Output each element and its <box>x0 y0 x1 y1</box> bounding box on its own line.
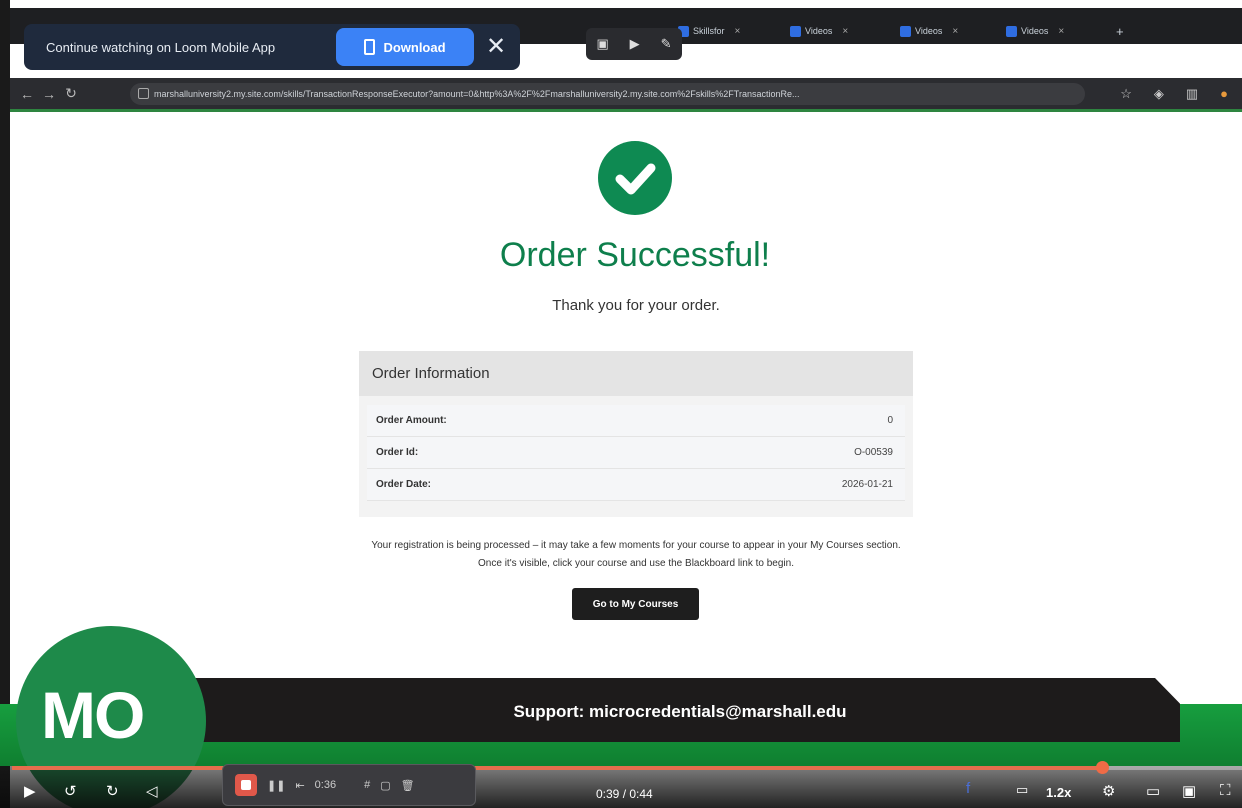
stop-recording-icon[interactable] <box>235 774 257 796</box>
browser-tab[interactable]: Videos × <box>790 20 848 42</box>
restart-icon[interactable]: ⇤ <box>295 779 304 792</box>
draw-icon[interactable]: ▢ <box>380 779 390 792</box>
browser-toolbar-icons: ☆ ◈ ▥ ● <box>1120 86 1228 102</box>
close-tab-icon[interactable]: × <box>735 26 741 37</box>
back-icon[interactable]: ← <box>16 86 38 102</box>
screen-icon[interactable]: ▣ <box>596 36 608 52</box>
progress-bar[interactable] <box>12 761 1242 774</box>
support-email[interactable]: Support: microcredentials@marshall.edu <box>180 702 1180 722</box>
trash-icon[interactable]: 🗑 <box>401 779 415 792</box>
success-check-icon <box>598 141 672 215</box>
playback-speed[interactable]: 1.2x <box>1046 785 1071 800</box>
extensions-icon[interactable]: ◈ <box>1154 86 1164 102</box>
playback-time: 0:39 / 0:44 <box>596 787 653 801</box>
order-row-amount: Order Amount: 0 <box>367 405 905 437</box>
browser-tab[interactable]: Videos × <box>900 20 958 42</box>
order-row-date: Order Date: 2026-01-21 <box>367 469 905 501</box>
recording-timer: 0:36 <box>314 779 337 791</box>
progress-knob[interactable] <box>1095 761 1109 774</box>
progress-fill <box>12 766 1102 770</box>
url-field[interactable]: marshalluniversity2.my.site.com/skills/T… <box>130 83 1085 105</box>
go-to-my-courses-button[interactable]: Go to My Courses <box>572 588 699 620</box>
bookmark-star-icon[interactable]: ☆ <box>1120 86 1132 102</box>
recording-camera-tools: ▣ ▶ ✎ <box>586 28 682 60</box>
drawing-icon[interactable]: ✎ <box>661 36 672 52</box>
play-icon[interactable]: ▶ <box>24 782 36 800</box>
recording-toolbar: ❚❚ ⇤ 0:36 # ▢ 🗑 <box>222 764 476 806</box>
order-info-heading: Order Information <box>359 351 913 396</box>
captions-icon[interactable]: ▭ <box>1016 782 1028 798</box>
download-button[interactable]: Download <box>336 28 474 66</box>
page-title: Order Successful! <box>499 236 771 274</box>
close-tab-icon[interactable]: × <box>952 26 958 37</box>
order-information-panel: Order Information Order Amount: 0 Order … <box>359 351 913 517</box>
favicon-icon <box>900 25 911 37</box>
browser-address-bar: ← → ↻ marshalluniversity2.my.site.com/sk… <box>10 78 1242 112</box>
pause-icon[interactable]: ❚❚ <box>267 779 285 792</box>
avatar-initials: MO <box>41 678 145 752</box>
banner-text: Continue watching on Loom Mobile App <box>46 39 276 55</box>
camera-icon[interactable]: ▶ <box>630 36 640 52</box>
favicon-icon <box>1006 25 1017 37</box>
facebook-icon[interactable]: f <box>966 780 970 797</box>
fullscreen-icon[interactable]: ⛶ <box>1220 782 1231 799</box>
support-banner: Support: microcredentials@marshall.edu <box>180 678 1180 742</box>
phone-icon <box>364 39 376 55</box>
sidebar-icon[interactable]: ▥ <box>1186 86 1198 102</box>
volume-icon[interactable]: ◁ <box>146 782 158 800</box>
pip-icon[interactable]: ▣ <box>1182 782 1196 800</box>
page-subtitle: Thank you for your order. <box>552 297 720 314</box>
profile-icon[interactable]: ● <box>1220 86 1228 102</box>
settings-icon[interactable]: ⚙ <box>1102 782 1115 800</box>
loom-mobile-banner: Continue watching on Loom Mobile App Dow… <box>24 24 520 70</box>
new-tab-button[interactable]: + <box>1116 20 1124 42</box>
video-edge <box>0 0 10 808</box>
forward-icon[interactable]: → <box>38 86 60 102</box>
forward-icon[interactable]: ↻ <box>106 782 119 800</box>
theater-mode-icon[interactable]: ▭ <box>1146 782 1160 800</box>
browser-tab[interactable]: Skillsfor × <box>678 20 740 42</box>
close-icon[interactable]: ✕ <box>486 35 506 59</box>
rewind-icon[interactable]: ↺ <box>64 782 77 800</box>
close-tab-icon[interactable]: × <box>842 26 848 37</box>
reload-icon[interactable]: ↻ <box>60 85 82 102</box>
site-info-icon[interactable] <box>138 88 149 99</box>
close-tab-icon[interactable]: × <box>1058 26 1064 37</box>
order-row-id: Order Id: O-00539 <box>367 437 905 469</box>
grid-icon[interactable]: # <box>364 779 370 791</box>
registration-message: Your registration is being processed – i… <box>371 540 901 569</box>
screen: { "loom": { "banner_text": "Continue wat… <box>0 0 1242 808</box>
browser-tab[interactable]: Videos × <box>1006 20 1064 42</box>
favicon-icon <box>790 25 801 37</box>
